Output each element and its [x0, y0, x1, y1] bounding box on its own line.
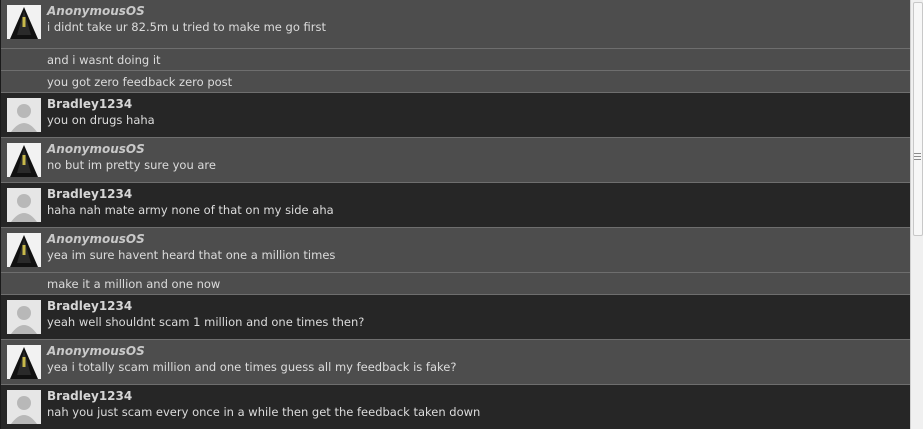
message-continuation: and i wasnt doing it — [1, 49, 911, 71]
message-group: Bradley1234 you on drugs haha — [1, 93, 911, 138]
message-group: Bradley1234 yeah well shouldnt scam 1 mi… — [1, 295, 911, 340]
message-text: you got zero feedback zero post — [47, 75, 233, 89]
message-group: AnonymousOS yea i totally scam million a… — [1, 340, 911, 385]
avatar-bradley1234-icon[interactable] — [7, 300, 41, 334]
message-group: Bradley1234 haha nah mate army none of t… — [1, 183, 911, 228]
message-group: AnonymousOS yea im sure havent heard tha… — [1, 228, 911, 273]
avatar-anonymousos-icon[interactable] — [7, 345, 41, 379]
message-continuation: you got zero feedback zero post — [1, 71, 911, 93]
avatar-bradley1234-icon[interactable] — [7, 188, 41, 222]
username[interactable]: AnonymousOS — [47, 232, 145, 246]
avatar-anonymousos-icon[interactable] — [7, 5, 41, 39]
message-group: AnonymousOS no but im pretty sure you ar… — [1, 138, 911, 183]
vertical-scrollbar[interactable] — [910, 0, 923, 429]
username[interactable]: AnonymousOS — [47, 142, 145, 156]
message-text: make it a million and one now — [47, 277, 221, 291]
avatar-anonymousos-icon[interactable] — [7, 233, 41, 267]
username[interactable]: Bradley1234 — [47, 97, 132, 111]
message-text: haha nah mate army none of that on my si… — [47, 203, 334, 217]
message-text: yea im sure havent heard that one a mill… — [47, 248, 336, 262]
message-text: no but im pretty sure you are — [47, 158, 216, 172]
username[interactable]: Bradley1234 — [47, 389, 132, 403]
avatar-bradley1234-icon[interactable] — [7, 98, 41, 132]
username[interactable]: Bradley1234 — [47, 187, 132, 201]
scrollbar-thumb[interactable] — [913, 2, 923, 236]
username[interactable]: AnonymousOS — [47, 344, 145, 358]
avatar-bradley1234-icon[interactable] — [7, 390, 41, 424]
message-text: yea i totally scam million and one times… — [47, 360, 457, 374]
scrollbar-grip-icon[interactable] — [913, 151, 922, 161]
chat-log: AnonymousOS i didnt take ur 82.5m u trie… — [0, 0, 911, 429]
message-group: Bradley1234 nah you just scam every once… — [1, 385, 911, 429]
message-text: and i wasnt doing it — [47, 53, 161, 67]
username[interactable]: AnonymousOS — [47, 4, 145, 18]
message-text: yeah well shouldnt scam 1 million and on… — [47, 315, 365, 329]
message-group: AnonymousOS i didnt take ur 82.5m u trie… — [1, 0, 911, 49]
message-text: nah you just scam every once in a while … — [47, 405, 481, 419]
message-continuation: make it a million and one now — [1, 273, 911, 295]
message-text: you on drugs haha — [47, 113, 155, 127]
username[interactable]: Bradley1234 — [47, 299, 132, 313]
avatar-anonymousos-icon[interactable] — [7, 143, 41, 177]
message-text: i didnt take ur 82.5m u tried to make me… — [47, 20, 327, 34]
